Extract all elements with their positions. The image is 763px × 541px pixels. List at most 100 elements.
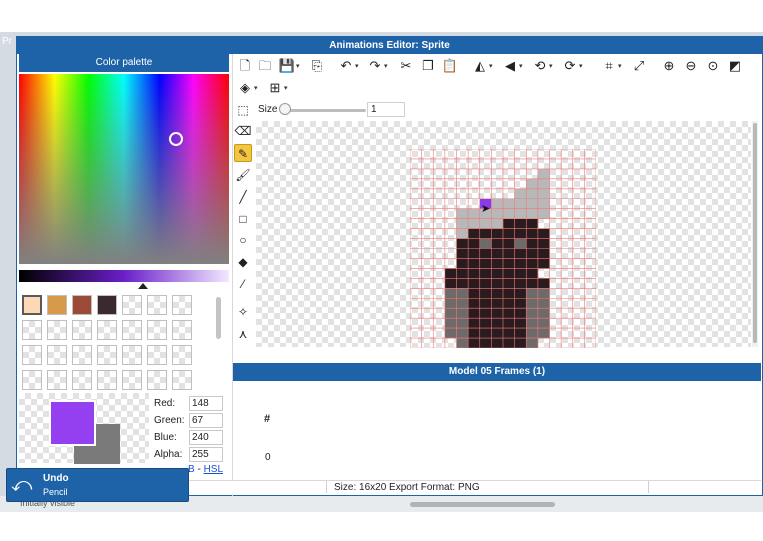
sprite-pixel[interactable] xyxy=(526,318,539,329)
sprite-pixel[interactable] xyxy=(514,338,527,348)
sprite-pixel[interactable] xyxy=(491,288,504,299)
empty-swatch[interactable] xyxy=(22,320,42,340)
sprite-pixel[interactable] xyxy=(456,318,469,329)
sprite-pixel[interactable] xyxy=(456,288,469,299)
swatch-scrollbar[interactable] xyxy=(216,297,221,339)
sprite-pixel[interactable] xyxy=(491,338,504,348)
green-input[interactable]: 67 xyxy=(189,413,223,428)
sprite-pixel[interactable] xyxy=(537,208,550,219)
rotate-left-caret[interactable]: ▾ xyxy=(549,62,553,70)
contrast-icon[interactable]: ◩ xyxy=(726,57,744,75)
blue-input[interactable]: 240 xyxy=(189,430,223,445)
sprite-pixel[interactable] xyxy=(468,338,481,348)
crop-icon[interactable]: ⌗ xyxy=(600,57,618,75)
zoom-fit-icon[interactable]: ⊙ xyxy=(704,57,722,75)
cut-icon[interactable]: ✂ xyxy=(397,57,415,75)
sprite-pixel[interactable] xyxy=(514,188,527,200)
layers-icon[interactable]: ◈ xyxy=(236,79,254,97)
sprite-pixel[interactable] xyxy=(514,268,527,279)
red-input[interactable]: 148 xyxy=(189,396,223,411)
sprite-pixel[interactable] xyxy=(514,308,527,319)
sprite-pixel[interactable] xyxy=(537,238,550,249)
sprite-pixel[interactable] xyxy=(444,278,457,289)
sprite-pixel-grid[interactable] xyxy=(410,149,596,348)
sprite-pixel[interactable] xyxy=(444,328,457,339)
primary-color-preview[interactable] xyxy=(49,400,96,446)
sprite-pixel[interactable] xyxy=(491,318,504,329)
save-icon[interactable]: 💾 xyxy=(278,57,296,75)
sprite-pixel[interactable] xyxy=(537,298,550,309)
redo-dropdown-caret[interactable]: ▾ xyxy=(384,62,388,70)
line-icon[interactable]: ╱ xyxy=(234,188,252,206)
sprite-pixel[interactable] xyxy=(456,248,469,259)
hsl-mode-link[interactable]: HSL xyxy=(204,464,223,475)
empty-swatch[interactable] xyxy=(22,345,42,365)
sprite-pixel[interactable] xyxy=(503,308,515,319)
sprite-pixel[interactable] xyxy=(468,258,481,269)
paste-icon[interactable]: 📋 xyxy=(441,57,459,75)
sprite-pixel[interactable] xyxy=(491,228,504,239)
sprite-pixel[interactable] xyxy=(479,218,492,229)
sprite-pixel[interactable] xyxy=(526,308,539,319)
empty-swatch[interactable] xyxy=(97,370,117,390)
sprite-pixel[interactable] xyxy=(491,328,504,339)
eraser-icon[interactable]: ⌫ xyxy=(234,122,252,140)
sprite-pixel[interactable] xyxy=(479,238,492,249)
swatch[interactable] xyxy=(22,295,42,315)
sprite-pixel[interactable] xyxy=(503,338,515,348)
sprite-pixel[interactable] xyxy=(468,208,481,219)
sprite-pixel[interactable] xyxy=(503,228,515,239)
grid-caret[interactable]: ▾ xyxy=(284,84,288,92)
sprite-pixel[interactable] xyxy=(526,278,539,289)
empty-swatch[interactable] xyxy=(122,370,142,390)
sprite-pixel[interactable] xyxy=(503,258,515,269)
open-folder-icon[interactable]: 🗀 xyxy=(256,57,274,75)
export-icon[interactable]: ⎘ xyxy=(308,57,326,75)
sprite-pixel[interactable] xyxy=(456,298,469,309)
sprite-pixel[interactable] xyxy=(514,328,527,339)
empty-swatch[interactable] xyxy=(122,345,142,365)
undo-dropdown-caret[interactable]: ▾ xyxy=(355,62,359,70)
resize-icon[interactable]: ⤢ xyxy=(630,57,648,75)
sprite-pixel[interactable] xyxy=(491,298,504,309)
sprite-pixel[interactable] xyxy=(468,248,481,259)
canvas-scrollbar-thumb[interactable] xyxy=(753,123,757,343)
sprite-pixel[interactable] xyxy=(479,298,492,309)
sprite-pixel[interactable] xyxy=(526,188,539,200)
sprite-pixel[interactable] xyxy=(468,218,481,229)
flip-horizontal-icon[interactable]: ◭ xyxy=(471,57,489,75)
sprite-pixel[interactable] xyxy=(491,208,504,219)
sprite-pixel[interactable] xyxy=(514,298,527,309)
empty-swatch[interactable] xyxy=(47,345,67,365)
empty-swatch[interactable] xyxy=(122,295,142,315)
sprite-pixel[interactable] xyxy=(526,178,539,190)
empty-swatch[interactable] xyxy=(47,320,67,340)
rgb-mode-link[interactable]: B xyxy=(188,464,195,475)
sprite-pixel[interactable] xyxy=(514,208,527,219)
sprite-pixel[interactable] xyxy=(503,268,515,279)
sprite-pixel[interactable] xyxy=(468,298,481,309)
flip-vertical-icon[interactable]: ◀ xyxy=(501,57,519,75)
sprite-pixel[interactable] xyxy=(491,268,504,279)
sprite-pixel[interactable] xyxy=(468,308,481,319)
fill-icon[interactable]: ◆ xyxy=(234,253,252,271)
alpha-input[interactable]: 255 xyxy=(189,447,223,462)
sprite-pixel[interactable] xyxy=(468,238,481,249)
sprite-pixel[interactable] xyxy=(456,328,469,339)
sprite-pixel[interactable] xyxy=(526,218,539,229)
rectangle-icon[interactable]: □ xyxy=(234,210,252,228)
sprite-pixel[interactable] xyxy=(456,308,469,319)
sprite-pixel[interactable] xyxy=(468,268,481,279)
spectrum-handle[interactable] xyxy=(169,132,183,146)
sprite-pixel[interactable] xyxy=(537,308,550,319)
empty-swatch[interactable] xyxy=(22,370,42,390)
pencil-icon[interactable]: ✎ xyxy=(234,144,252,162)
sprite-pixel[interactable] xyxy=(479,268,492,279)
sprite-pixel[interactable] xyxy=(479,228,492,239)
zoom-in-icon[interactable]: ⊕ xyxy=(660,57,678,75)
sprite-pixel[interactable] xyxy=(479,258,492,269)
sprite-pixel[interactable] xyxy=(526,198,539,209)
flip-horizontal-caret[interactable]: ▾ xyxy=(489,62,493,70)
sprite-pixel[interactable] xyxy=(537,178,550,190)
move-point-icon[interactable]: ✧ xyxy=(234,303,252,321)
